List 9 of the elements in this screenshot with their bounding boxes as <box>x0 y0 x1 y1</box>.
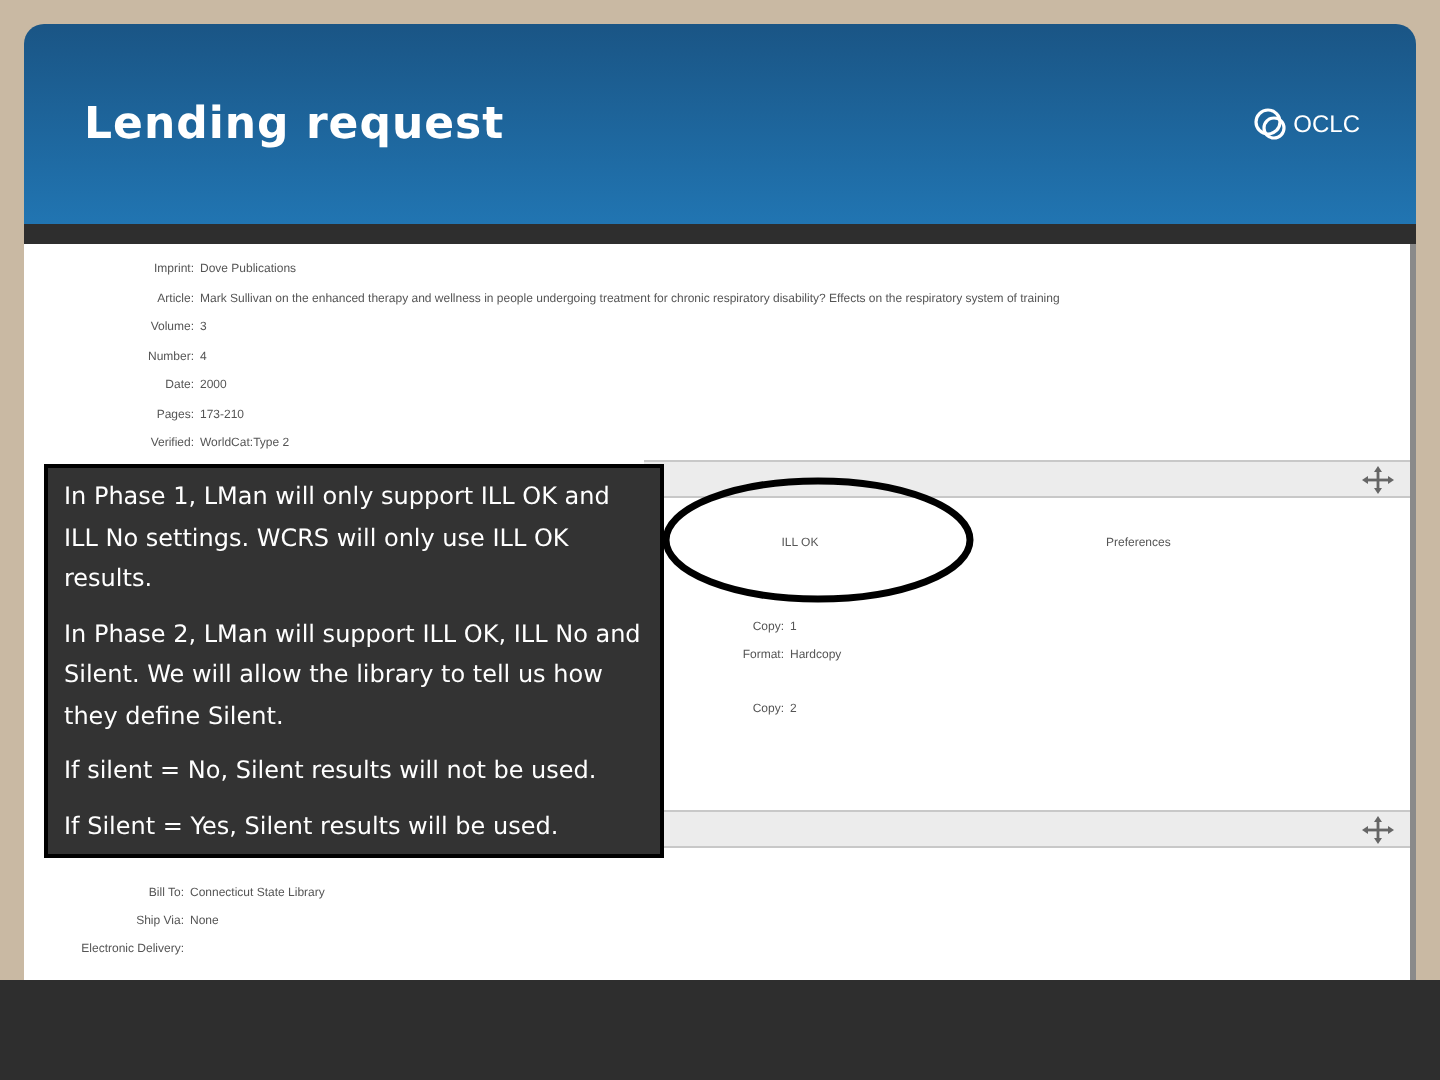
callout-text: In Phase 1, LMan will only support ILL OK and ILL No settings. WCRS will only use ILL OK results. <box>64 480 612 596</box>
move-icon[interactable] <box>1362 815 1394 843</box>
move-icon[interactable] <box>1362 465 1394 493</box>
slide-title: Lending request <box>84 99 505 149</box>
callout-text: If silent = No, Silent results will not be used. <box>64 754 599 788</box>
callout-text: If Silent = Yes, Silent results will be used. <box>64 809 561 843</box>
callout-text: In Phase 2, LMan will support ILL OK, ILL No and Silent. We will allow the library to tell us how they define Silent. <box>64 617 643 733</box>
logo-text: OCLC <box>1293 110 1360 138</box>
logo-icon <box>1251 106 1288 142</box>
